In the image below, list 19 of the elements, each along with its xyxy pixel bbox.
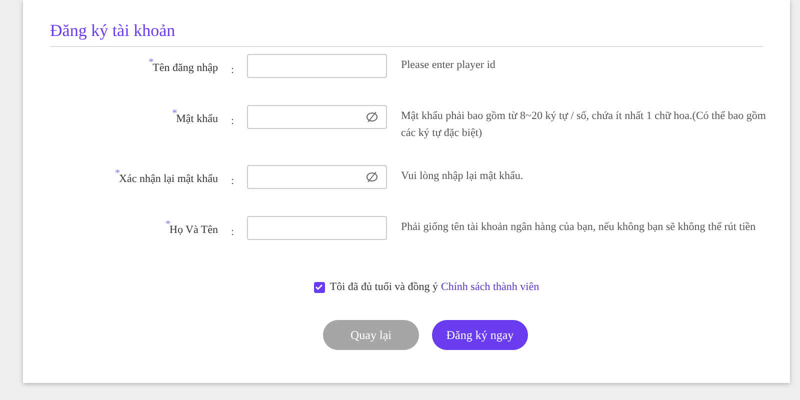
eye-off-icon[interactable] — [366, 111, 378, 123]
field-hint: Phải giống tên tài khoản ngân hàng của bạn, nếu không bạn sẽ không thể rút tiền — [401, 220, 757, 235]
form-title: Đăng ký tài khoản — [50, 21, 176, 41]
password-field[interactable] — [247, 165, 387, 189]
label-colon: : — [230, 174, 236, 189]
agree-checkbox[interactable] — [314, 282, 325, 293]
field-hint: Please enter player id — [401, 58, 496, 73]
agreement-text: Tôi đã đủ tuổi và đồng ý — [330, 280, 438, 295]
label-colon: : — [230, 225, 236, 240]
text-field[interactable] — [247, 54, 387, 78]
register-button[interactable]: Đăng ký ngay — [432, 320, 528, 350]
field-hint: Vui lòng nhập lại mật khẩu. — [401, 169, 524, 184]
eye-off-icon[interactable] — [366, 171, 378, 183]
policy-link[interactable]: Chính sách thành viên — [441, 279, 540, 296]
password-field[interactable] — [247, 105, 387, 129]
label-colon: : — [230, 63, 236, 78]
label-colon: : — [230, 114, 236, 129]
text-field[interactable] — [247, 216, 387, 240]
field-hint: Mật khẩu phải bao gồm từ 8~20 ký tự / số, chứa ít nhất 1 chữ hoa.(Có thể bao gồm các ký tự đặc biệt) — [401, 109, 766, 141]
